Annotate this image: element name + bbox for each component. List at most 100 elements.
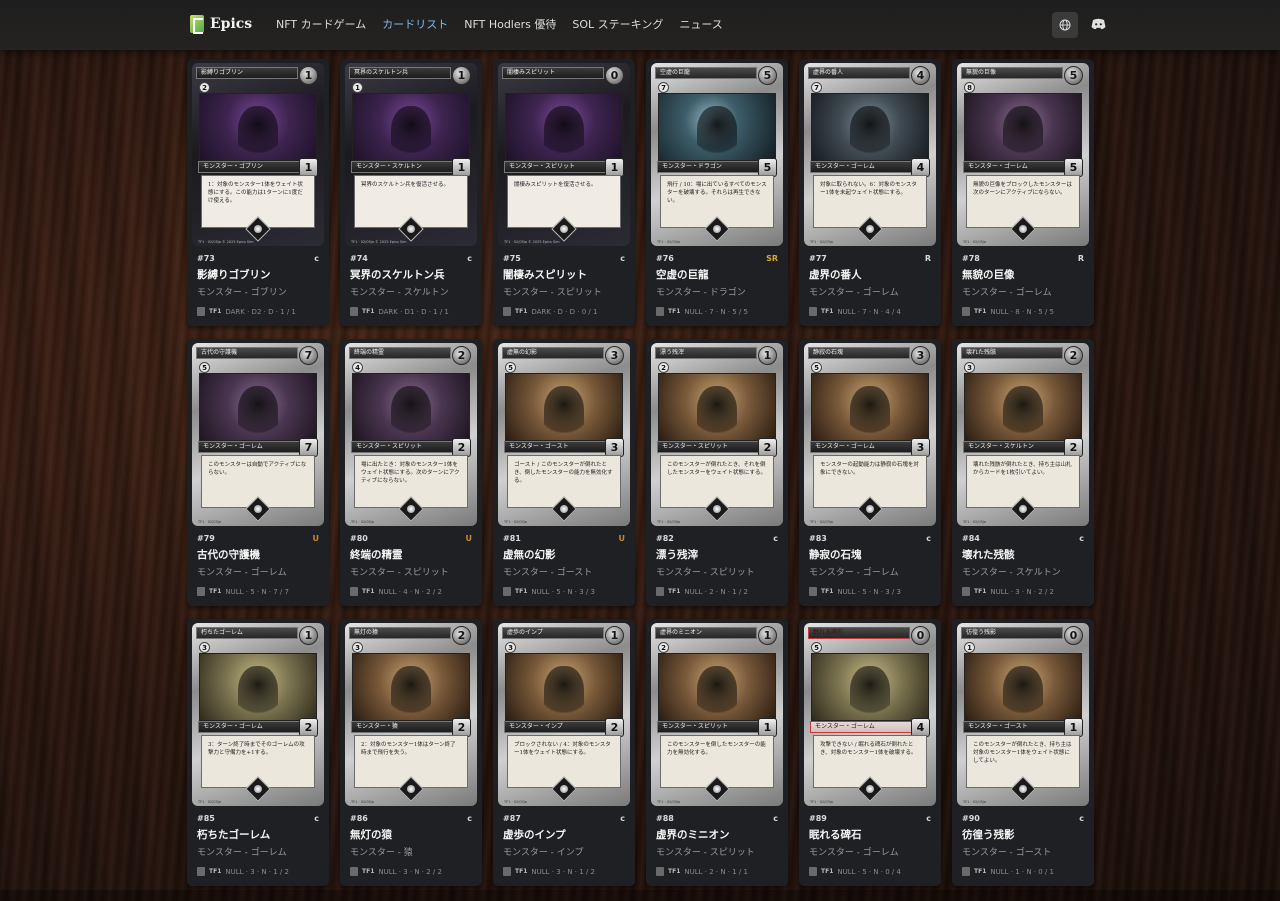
card-tile[interactable]: 無貌の巨像 5 8 モンスター・ゴーレム 5 無貌の巨像をブロックしたモンスター… [952, 59, 1094, 326]
card-name: 終端の精霊 [350, 549, 403, 561]
card-stats-row: TF1 NULL · 4 · N · 2 / 2 [350, 587, 472, 596]
card-meta: #73 C 影縛りゴブリン モンスター - ゴブリン TF1 DARK · D2… [197, 254, 319, 316]
nav-link-card-list[interactable]: カードリスト [382, 16, 448, 32]
epics-logo-icon [190, 15, 204, 34]
card-rarity: C [773, 534, 778, 543]
card-tile[interactable]: 虚歩のインプ 1 3 モンスター・インプ 2 ブロックされない / 4：対象のモ… [493, 619, 635, 886]
card-level-badge: 4 [352, 362, 363, 373]
card-footer-text: TF1 · 02/05ja [504, 800, 527, 804]
brand-home-link[interactable]: Epics [190, 15, 252, 34]
card-tile[interactable]: 空虚の巨龍 5 7 モンスター・ドラゴン 5 飛行 / 10：場に出ているすべて… [646, 59, 788, 326]
card-tile[interactable]: 彷徨う残影 0 1 モンスター・ゴースト 1 このモンスターが倒れたとき、持ち主… [952, 619, 1094, 886]
card-meta: #75 C 闇棲みスピリット モンスター - スピリット TF1 DARK · … [503, 254, 625, 316]
card-cost-badge: 1 [758, 626, 777, 645]
card-tile[interactable]: 壊れた残骸 2 3 モンスター・スケルトン 2 壊れた残骸が倒れたとき、持ち主は… [952, 339, 1094, 606]
card-art-figure [850, 666, 890, 718]
card-art [964, 653, 1082, 721]
card-meta: #78 R 無貌の巨像 モンスター - ゴーレム TF1 NULL · 8 · … [962, 254, 1084, 316]
card-stats: NULL · 5 · N · 0 / 4 [837, 867, 901, 876]
card-meta: #82 C 漂う残滓 モンスター - スピリット TF1 NULL · 2 · … [656, 534, 778, 596]
card-image: 壊れた残骸 2 3 モンスター・スケルトン 2 壊れた残骸が倒れたとき、持ち主は… [957, 343, 1089, 526]
card-name: 空虚の巨龍 [656, 269, 709, 281]
card-set-tag: TF1 [362, 308, 375, 315]
card-tile[interactable]: 朽ちたゴーレム 1 3 モンスター・ゴーレム 2 3：ターン終了時までそのゴーレ… [187, 619, 329, 886]
card-stats-row: TF1 NULL · 7 · N · 4 / 4 [809, 307, 931, 316]
card-footer-text: TF1 · 02/05ja © 2025 Epics Sim [504, 240, 560, 244]
card-set-tag: TF1 [668, 588, 681, 595]
card-rarity: U [312, 534, 320, 543]
card-stats: DARK · D2 · D · 1 / 1 [225, 307, 296, 316]
card-rarity: U [618, 534, 626, 543]
card-level-badge: 1 [352, 82, 363, 93]
card-cost-badge: 0 [1064, 626, 1083, 645]
card-rarity: R [1077, 254, 1084, 263]
card-rarity: C [314, 254, 319, 263]
top-navigation-bar: Epics NFT カードゲーム カードリスト NFT Hodlers 優待 S… [0, 0, 1280, 50]
nav-link-nft-card-game[interactable]: NFT カードゲーム [276, 16, 366, 32]
card-set-tag: TF1 [209, 868, 222, 875]
card-set-icon [809, 307, 817, 316]
card-face-type: モンスター・ゴーレム [198, 441, 302, 453]
card-meta: #79 U 古代の守護機 モンスター - ゴーレム TF1 NULL · 5 ·… [197, 534, 319, 596]
card-name: 闇棲みスピリット [503, 269, 587, 281]
card-tile[interactable]: 漂う残滓 1 2 モンスター・スピリット 2 このモンスターが倒れたとき、それを… [646, 339, 788, 606]
card-art-figure [697, 386, 737, 438]
card-face-name: 無灯の猿 [349, 627, 451, 639]
card-set-icon [350, 307, 358, 316]
card-set-icon [197, 587, 205, 596]
card-name: 眠れる碑石 [809, 829, 862, 841]
card-meta: #76 SR 空虚の巨龍 モンスター - ドラゴン TF1 NULL · 7 ·… [656, 254, 778, 316]
card-number: #84 [962, 534, 980, 543]
card-set-tag: TF1 [515, 868, 528, 875]
card-tile[interactable]: 闇棲みスピリット 0 モンスター・スピリット 1 闇棲みスピリットを復活させる。… [493, 59, 635, 326]
card-image: 彷徨う残影 0 1 モンスター・ゴースト 1 このモンスターが倒れたとき、持ち主… [957, 623, 1089, 806]
card-set-icon [503, 867, 511, 876]
card-tile[interactable]: 冥界のスケルトン兵 1 1 モンスター・スケルトン 1 冥界のスケルトン兵を復活… [340, 59, 482, 326]
card-meta: #84 C 壊れた残骸 モンスター - スケルトン TF1 NULL · 3 ·… [962, 534, 1084, 596]
card-meta: #80 U 終端の精霊 モンスター - スピリット TF1 NULL · 4 ·… [350, 534, 472, 596]
card-tile[interactable]: 終端の精霊 2 4 モンスター・スピリット 2 場に出たとき：対象のモンスター1… [340, 339, 482, 606]
card-rarity: U [465, 534, 473, 543]
card-rarity: C [314, 814, 319, 823]
card-stats-row: TF1 NULL · 3 · N · 2 / 2 [350, 867, 472, 876]
card-tile[interactable]: 虚界のミニオン 1 2 モンスター・スピリット 1 このモンスターを倒したモンス… [646, 619, 788, 886]
card-art-figure [238, 666, 278, 718]
nav-link-nft-hodlers[interactable]: NFT Hodlers 優待 [464, 16, 556, 32]
card-tile[interactable]: 古代の守護機 7 5 モンスター・ゴーレム 7 このモンスターは自動でアクティブ… [187, 339, 329, 606]
card-name: 虚無の幻影 [503, 549, 556, 561]
card-stats: NULL · 2 · N · 1 / 1 [684, 867, 748, 876]
card-stats: NULL · 5 · N · 7 / 7 [225, 587, 289, 596]
card-level-badge: 1 [964, 642, 975, 653]
discord-link[interactable] [1088, 14, 1108, 34]
card-stats-row: TF1 NULL · 3 · N · 1 / 2 [503, 867, 625, 876]
card-meta: #74 C 冥界のスケルトン兵 モンスター - スケルトン TF1 DARK ·… [350, 254, 472, 316]
card-stats: NULL · 8 · N · 5 / 5 [990, 307, 1054, 316]
card-tile[interactable]: 虚無の幻影 3 5 モンスター・ゴースト 3 ゴースト / このモンスターが倒れ… [493, 339, 635, 606]
nav-link-news[interactable]: ニュース [679, 16, 722, 32]
card-stats-row: TF1 NULL · 5 · N · 7 / 7 [197, 587, 319, 596]
card-level-badge: 5 [199, 362, 210, 373]
card-set-tag: TF1 [974, 588, 987, 595]
card-cost-badge: 1 [605, 626, 624, 645]
card-tile[interactable]: 静寂の石塊 3 5 モンスター・ゴーレム 3 モンスターの起動能力は静寂の石塊を… [799, 339, 941, 606]
language-button[interactable] [1052, 12, 1078, 38]
card-set-icon [962, 867, 970, 876]
card-footer-text: TF1 · 02/05ja © 2025 Epics Sim [198, 240, 254, 244]
card-number: #81 [503, 534, 521, 543]
nav-link-sol-staking[interactable]: SOL ステーキング [572, 16, 663, 32]
card-tile[interactable]: 影縛りゴブリン 1 2 モンスター・ゴブリン 1 1：対象のモンスター1体をウェ… [187, 59, 329, 326]
card-level-badge: 8 [964, 82, 975, 93]
card-rarity: C [773, 814, 778, 823]
card-tile[interactable]: 無灯の猿 2 3 モンスター・猿 2 2：対象のモンスター1体はターン終了時まで… [340, 619, 482, 886]
card-set-tag: TF1 [821, 868, 834, 875]
card-face-type: モンスター・ゴースト [504, 441, 608, 453]
card-set-tag: TF1 [515, 308, 528, 315]
card-type: モンスター - スピリット [656, 848, 755, 858]
card-face-type: モンスター・ゴーレム [963, 161, 1067, 173]
card-name: 静寂の石塊 [809, 549, 862, 561]
card-tile[interactable]: 虚界の番人 4 7 モンスター・ゴーレム 4 対象に取られない。6：対象のモンス… [799, 59, 941, 326]
card-art-figure [697, 106, 737, 158]
card-tile[interactable]: 眠れる碑石 0 5 モンスター・ゴーレム 4 攻撃できない / 眠れる碑石が倒れ… [799, 619, 941, 886]
card-art [964, 373, 1082, 441]
card-stats: NULL · 3 · N · 2 / 2 [378, 867, 442, 876]
